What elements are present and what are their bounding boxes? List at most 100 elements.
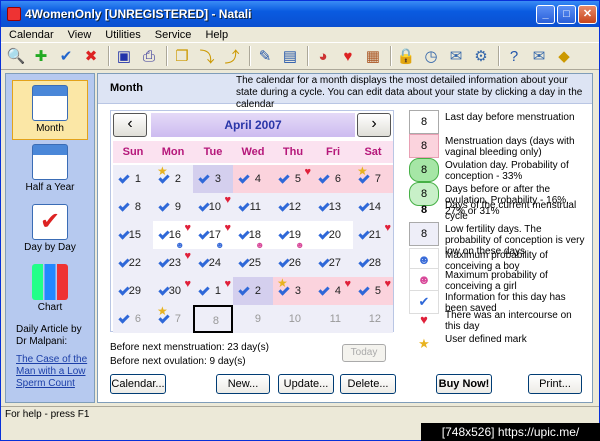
minimize-button[interactable]: _ [536,4,555,24]
calendar-day[interactable]: 21 ♥ [353,221,393,249]
calendar-day[interactable]: 2 ★ [153,164,193,193]
update-button[interactable]: Update... [278,374,334,394]
calendar-day[interactable]: 12 [273,193,313,221]
calendar-month-icon [32,85,68,121]
article-link[interactable]: The Case of the Man with a Low Sperm Cou… [16,354,92,390]
calendar-day[interactable]: 1 [113,165,153,193]
calendar-day[interactable]: 13 [313,193,353,221]
lock-icon[interactable]: 🔒 [395,45,417,67]
calendar-day[interactable]: 28 [353,249,393,277]
saved-check-icon [318,284,330,296]
calendar-day[interactable]: 5 ♥ [273,165,313,193]
day-number: 29 [128,285,141,297]
toolbar-separator [498,46,500,66]
calendar-day[interactable]: 10 [273,305,313,333]
heart-icon: ♥ [304,166,311,178]
next-month-button[interactable]: › [357,113,391,137]
envelope-icon[interactable]: ✉ [528,45,550,67]
calendar-day[interactable]: 22 [113,249,153,277]
calendar-day[interactable]: 17 ♥ ☻ [193,221,233,250]
export-icon[interactable]: ⤵ [196,45,218,67]
calendar-day[interactable]: 7 ★ [353,164,393,193]
menu-utilities[interactable]: Utilities [105,29,140,41]
calendar-day[interactable]: 26 [273,249,313,277]
calendar-day[interactable]: 3 [193,165,233,193]
heart-icon[interactable]: ♥ [337,45,359,67]
grid-icon[interactable]: ▦ [362,45,384,67]
calendar-day[interactable]: 27 [313,249,353,277]
sidebar-item-label: Day by Day [24,242,76,253]
calendar-day[interactable]: 3 ★ [273,276,313,305]
day-number: 11 [329,313,341,325]
saved-check-icon [118,172,130,184]
calendar-day[interactable]: 8 [113,193,153,221]
calendar-day[interactable]: 29 [113,277,153,305]
add-icon[interactable]: ✚ [30,45,52,67]
calendar-day[interactable]: 14 [353,193,393,221]
magnify-icon[interactable]: 🔍 [5,45,27,67]
pie-icon[interactable]: ◕ [312,45,334,67]
calendar-day[interactable]: 11 [313,305,353,333]
help-icon[interactable]: ? [503,45,525,67]
save-icon[interactable]: ▣ [113,45,135,67]
star-icon: ★ [357,164,368,178]
print-preview-icon[interactable]: ⎙ [138,45,160,67]
today-button[interactable]: Today [342,344,386,362]
calendar-day[interactable]: 5 ♥ [353,277,393,305]
calendar-button[interactable]: Calendar... [110,374,166,394]
sidebar-item-chart[interactable]: Chart [12,260,88,320]
sidebar-item-half-a-year[interactable]: Half a Year [12,140,88,200]
mail-icon[interactable]: ✉ [445,45,467,67]
calendar-day[interactable]: 10 ♥ [193,193,233,221]
calendar-day[interactable]: 30 ♥ [153,277,193,305]
calendar-day[interactable]: 23 ♥ [153,249,193,277]
prev-month-button[interactable]: ‹ [113,113,147,137]
calendar-day[interactable]: 9 [153,193,193,221]
calendar-day[interactable]: 6 [313,165,353,193]
calendar-day[interactable]: 8 [193,305,233,333]
calendar-day[interactable]: 4 ♥ [313,277,353,305]
close-button[interactable]: ✕ [578,4,597,24]
gear-icon[interactable]: ⚙ [470,45,492,67]
calendar-day[interactable]: 7 ★ [153,304,193,333]
new-button[interactable]: New... [216,374,270,394]
calendar-day[interactable]: 19 ☻ [273,221,313,250]
legend-swatch: 8 [420,204,428,216]
before-ovulation-info: Before next ovulation: 9 day(s) [110,356,246,367]
sidebar-item-day-by-day[interactable]: ✔ Day by Day [12,200,88,260]
calendar-day[interactable]: 12 [353,305,393,333]
calendar-day[interactable]: 25 [233,249,273,277]
calendar-day[interactable]: 1 ♥ [193,277,233,305]
copy-icon[interactable]: ❐ [171,45,193,67]
maximize-button[interactable]: □ [557,4,576,24]
calendar-day[interactable]: 4 [233,165,273,193]
delete-icon[interactable]: ✖ [80,45,102,67]
check-icon[interactable]: ✔ [55,45,77,67]
main-header: Month The calendar for a month displays … [98,74,592,110]
day-number: 15 [128,229,141,241]
calendar-day[interactable]: 9 [233,305,273,333]
print-button[interactable]: Print... [528,374,582,394]
delete-button[interactable]: Delete... [340,374,396,394]
calendar-day[interactable]: 20 [313,221,353,249]
buy-now-button[interactable]: Buy Now! [436,374,492,394]
edit-icon[interactable]: ✎ [254,45,276,67]
status-bar: For help - press F1 [1,406,599,422]
menu-service[interactable]: Service [155,29,192,41]
calendar-day[interactable]: 15 [113,221,153,249]
menu-view[interactable]: View [68,29,92,41]
cube-icon[interactable]: ◆ [553,45,575,67]
calendar-day[interactable]: 11 [233,193,273,221]
calendar-day[interactable]: 2 [233,277,273,305]
calendar-day[interactable]: 18 ☻ [233,221,273,250]
menu-help[interactable]: Help [205,29,228,41]
day-number: 9 [174,201,181,213]
calendar-day[interactable]: 6 [113,305,153,333]
clock-icon[interactable]: ◷ [420,45,442,67]
sidebar-item-month[interactable]: Month [12,80,88,140]
calendar-day[interactable]: 16 ♥ ☻ [153,221,193,250]
menu-calendar[interactable]: Calendar [9,29,54,41]
import-icon[interactable]: ⤴ [221,45,243,67]
calendar-day[interactable]: 24 [193,249,233,277]
chart-icon[interactable]: ▤ [279,45,301,67]
